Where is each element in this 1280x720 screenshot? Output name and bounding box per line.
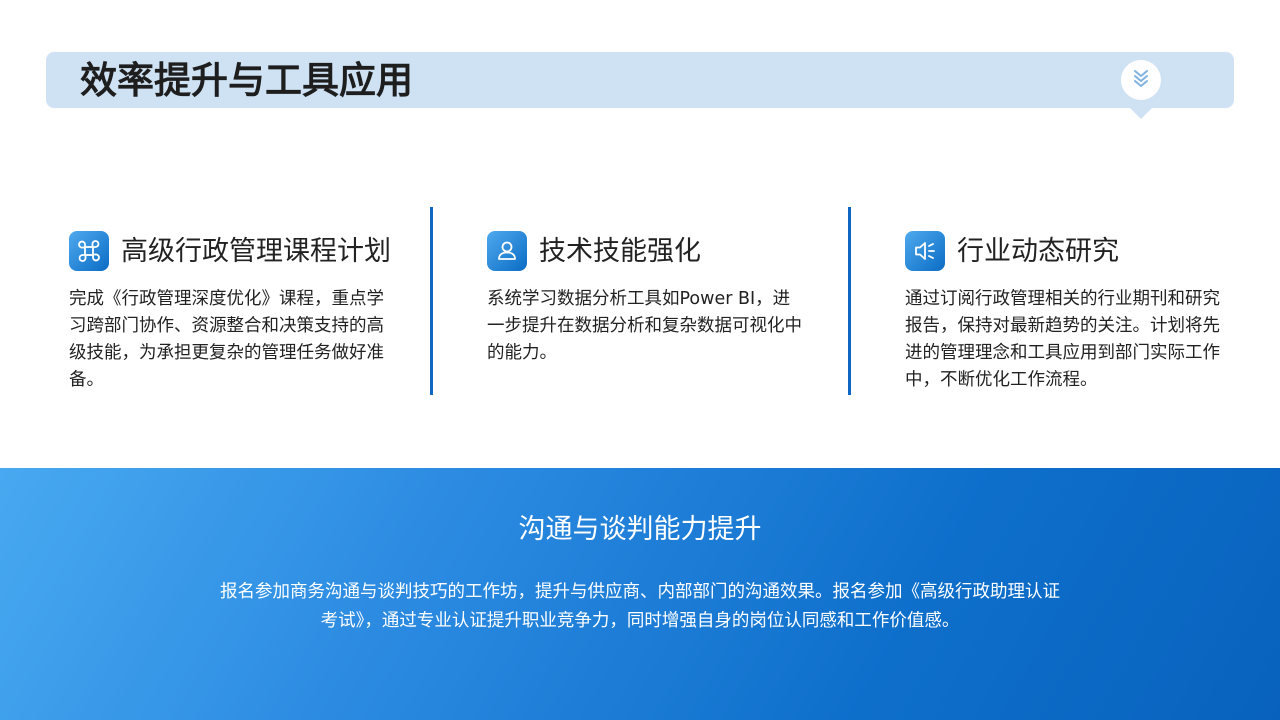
column-header: 行业动态研究 <box>905 230 1235 274</box>
column-divider <box>430 207 433 395</box>
column-title: 高级行政管理课程计划 <box>121 236 391 267</box>
column-header: 高级行政管理课程计划 <box>69 230 391 274</box>
column-header: 技术技能强化 <box>487 230 807 274</box>
column-divider <box>848 207 851 395</box>
column-text: 完成《行政管理深度优化》课程，重点学习跨部门协作、资源整合和决策支持的高级技能，… <box>69 289 384 390</box>
column-text: 通过订阅行政管理相关的行业期刊和研究报告，保持对最新趋势的关注。计划将先进的管理… <box>905 289 1220 390</box>
column-title: 行业动态研究 <box>957 236 1119 267</box>
bottom-title: 沟通与谈判能力提升 <box>518 514 762 545</box>
column-industry-research: 行业动态研究 通过订阅行政管理相关的行业期刊和研究报告，保持对最新趋势的关注。计… <box>905 230 1235 394</box>
double-chevron-down-icon <box>1130 67 1152 93</box>
bottom-text: 报名参加商务沟通与谈判技巧的工作坊，提升与供应商、内部部门的沟通效果。报名参加《… <box>220 582 1060 631</box>
header-pointer <box>1130 108 1152 119</box>
speaker-icon <box>905 231 945 271</box>
header-badge[interactable] <box>1121 60 1161 100</box>
column-title: 技术技能强化 <box>539 236 701 267</box>
column-course-plan: 高级行政管理课程计划 完成《行政管理深度优化》课程，重点学习跨部门协作、资源整合… <box>69 230 391 394</box>
user-icon <box>487 231 527 271</box>
column-tech-skills: 技术技能强化 系统学习数据分析工具如Power BI，进一步提升在数据分析和复杂… <box>487 230 807 367</box>
bottom-band: 沟通与谈判能力提升 报名参加商务沟通与谈判技巧的工作坊，提升与供应商、内部部门的… <box>0 468 1280 720</box>
command-icon <box>69 231 109 271</box>
page-title: 效率提升与工具应用 <box>80 59 413 102</box>
column-text: 系统学习数据分析工具如Power BI，进一步提升在数据分析和复杂数据可视化中的… <box>487 289 802 363</box>
